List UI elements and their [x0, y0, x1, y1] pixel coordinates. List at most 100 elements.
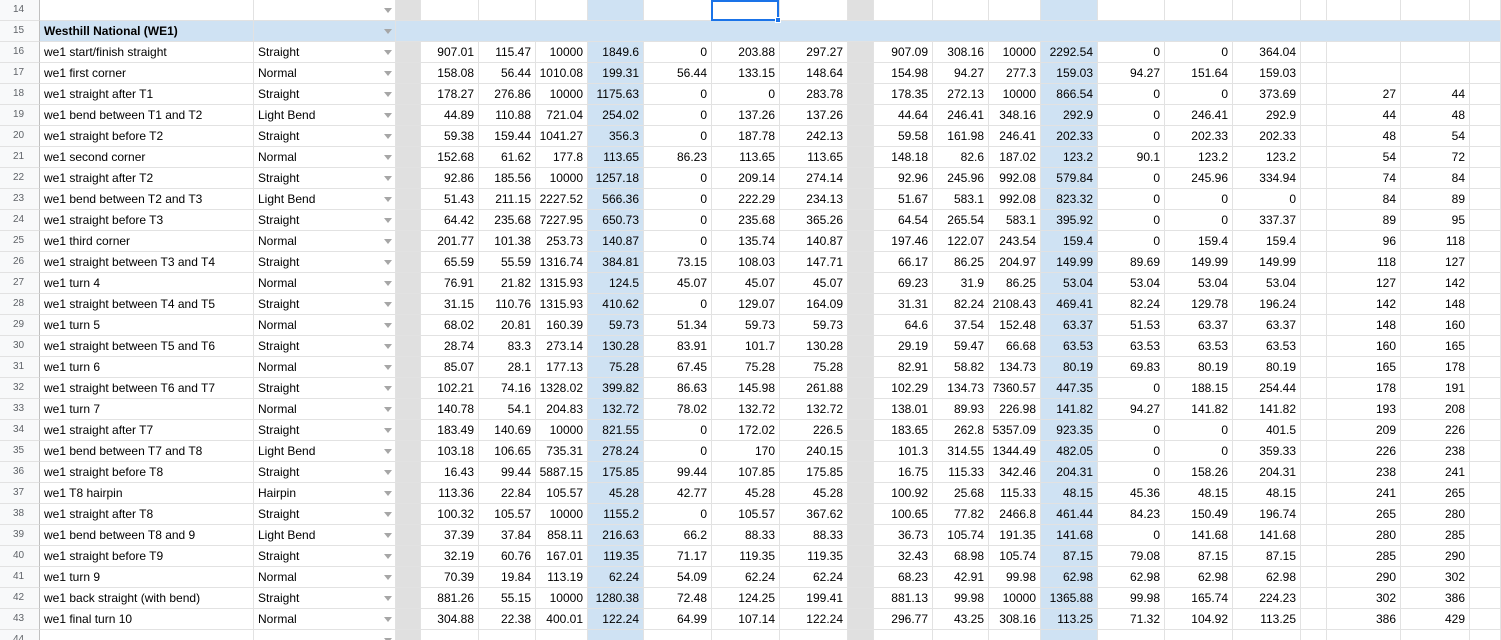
value-cell[interactable]: 159.03	[1041, 63, 1098, 84]
value-cell[interactable]	[1401, 42, 1470, 63]
empty-cell[interactable]	[1301, 336, 1327, 357]
segment-type-select[interactable]: Straight	[254, 294, 396, 315]
value-cell[interactable]: 204.97	[989, 252, 1041, 273]
value-cell[interactable]: 65.59	[421, 252, 479, 273]
value-cell[interactable]: 59.73	[588, 315, 644, 336]
value-cell[interactable]: 63.37	[1233, 315, 1301, 336]
value-cell[interactable]: 10000	[989, 42, 1041, 63]
value-cell[interactable]: 105.57	[712, 504, 780, 525]
value-cell[interactable]: 160	[1401, 315, 1470, 336]
empty-cell[interactable]	[1470, 441, 1501, 462]
segment-name-cell[interactable]: we1 third corner	[40, 231, 254, 252]
empty-cell[interactable]	[1041, 630, 1098, 640]
value-cell[interactable]: 1315.93	[536, 273, 588, 294]
value-cell[interactable]: 124.25	[712, 588, 780, 609]
value-cell[interactable]: 42.91	[933, 567, 989, 588]
value-cell[interactable]: 721.04	[536, 105, 588, 126]
value-cell[interactable]: 113.19	[536, 567, 588, 588]
segment-type-select[interactable]: Light Bend	[254, 189, 396, 210]
value-cell[interactable]: 53.04	[1041, 273, 1098, 294]
value-cell[interactable]: 203.88	[712, 42, 780, 63]
value-cell[interactable]: 185.56	[479, 168, 536, 189]
value-cell[interactable]: 16.43	[421, 462, 479, 483]
value-cell[interactable]: 0	[644, 168, 712, 189]
value-cell[interactable]: 175.85	[588, 462, 644, 483]
value-cell[interactable]: 45.36	[1098, 483, 1165, 504]
value-cell[interactable]: 124.5	[588, 273, 644, 294]
value-cell[interactable]: 10000	[536, 168, 588, 189]
value-cell[interactable]: 881.13	[874, 588, 933, 609]
value-cell[interactable]: 199.31	[588, 63, 644, 84]
value-cell[interactable]: 314.55	[933, 441, 989, 462]
empty-cell[interactable]	[1327, 0, 1401, 21]
value-cell[interactable]: 66.2	[644, 525, 712, 546]
value-cell[interactable]: 0	[644, 420, 712, 441]
value-cell[interactable]: 86.25	[989, 273, 1041, 294]
value-cell[interactable]: 337.37	[1233, 210, 1301, 231]
value-cell[interactable]: 84.23	[1098, 504, 1165, 525]
value-cell[interactable]: 469.41	[1041, 294, 1098, 315]
value-cell[interactable]: 178	[1401, 357, 1470, 378]
segment-type-select[interactable]: Straight	[254, 420, 396, 441]
value-cell[interactable]: 159.4	[1041, 231, 1098, 252]
value-cell[interactable]: 10000	[536, 420, 588, 441]
value-cell[interactable]: 280	[1401, 504, 1470, 525]
value-cell[interactable]: 384.81	[588, 252, 644, 273]
value-cell[interactable]: 85.07	[421, 357, 479, 378]
value-cell[interactable]: 10000	[536, 504, 588, 525]
value-cell[interactable]: 10000	[536, 84, 588, 105]
empty-cell[interactable]	[1301, 0, 1327, 21]
empty-cell[interactable]	[1470, 294, 1501, 315]
segment-name-cell[interactable]: we1 turn 5	[40, 315, 254, 336]
value-cell[interactable]: 386	[1327, 609, 1401, 630]
value-cell[interactable]: 141.68	[1041, 525, 1098, 546]
value-cell[interactable]: 140.78	[421, 399, 479, 420]
value-cell[interactable]: 64.42	[421, 210, 479, 231]
value-cell[interactable]: 84	[1401, 168, 1470, 189]
value-cell[interactable]: 367.62	[780, 504, 848, 525]
value-cell[interactable]: 0	[644, 189, 712, 210]
value-cell[interactable]: 45.28	[588, 483, 644, 504]
empty-cell[interactable]	[536, 630, 588, 640]
value-cell[interactable]: 45.07	[780, 273, 848, 294]
value-cell[interactable]: 386	[1401, 588, 1470, 609]
value-cell[interactable]: 276.86	[479, 84, 536, 105]
value-cell[interactable]: 175.85	[780, 462, 848, 483]
value-cell[interactable]: 48.15	[1233, 483, 1301, 504]
value-cell[interactable]: 208	[1401, 399, 1470, 420]
value-cell[interactable]: 583.1	[989, 210, 1041, 231]
value-cell[interactable]: 45.28	[712, 483, 780, 504]
empty-cell[interactable]	[1301, 42, 1327, 63]
empty-cell[interactable]	[933, 0, 989, 21]
value-cell[interactable]: 71.17	[644, 546, 712, 567]
value-cell[interactable]: 191	[1401, 378, 1470, 399]
value-cell[interactable]: 308.16	[989, 609, 1041, 630]
value-cell[interactable]: 113.25	[1041, 609, 1098, 630]
value-cell[interactable]: 25.68	[933, 483, 989, 504]
empty-cell[interactable]	[1301, 546, 1327, 567]
value-cell[interactable]: 51.34	[644, 315, 712, 336]
segment-name-cell[interactable]: we1 T8 hairpin	[40, 483, 254, 504]
segment-name-cell[interactable]: we1 straight between T3 and T4	[40, 252, 254, 273]
empty-cell[interactable]	[1470, 483, 1501, 504]
value-cell[interactable]: 99.44	[479, 462, 536, 483]
value-cell[interactable]: 77.82	[933, 504, 989, 525]
value-cell[interactable]: 165	[1401, 336, 1470, 357]
value-cell[interactable]: 99.44	[644, 462, 712, 483]
value-cell[interactable]: 92.96	[874, 168, 933, 189]
value-cell[interactable]: 302	[1401, 567, 1470, 588]
empty-cell[interactable]	[1301, 231, 1327, 252]
value-cell[interactable]: 80.19	[1233, 357, 1301, 378]
value-cell[interactable]: 63.53	[1098, 336, 1165, 357]
value-cell[interactable]: 650.73	[588, 210, 644, 231]
value-cell[interactable]: 240.15	[780, 441, 848, 462]
empty-cell[interactable]	[1301, 147, 1327, 168]
value-cell[interactable]: 66.17	[874, 252, 933, 273]
segment-type-select[interactable]: Straight	[254, 588, 396, 609]
value-cell[interactable]: 105.57	[536, 483, 588, 504]
value-cell[interactable]: 274.14	[780, 168, 848, 189]
dropdown-arrow-icon[interactable]	[384, 596, 392, 601]
value-cell[interactable]: 0	[1165, 441, 1233, 462]
dropdown-arrow-icon[interactable]	[384, 386, 392, 391]
empty-cell[interactable]	[536, 0, 588, 21]
